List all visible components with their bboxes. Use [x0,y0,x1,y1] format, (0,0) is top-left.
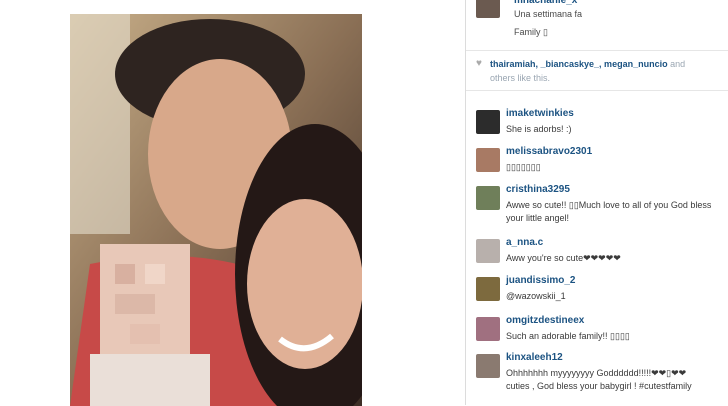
comment-text-continued: your little angel! [506,213,570,223]
comment-item: imaketwinkies She is adorbs! :) [466,102,728,142]
comment-username[interactable]: a_nna.c [506,237,543,248]
comment-item: juandissimo_2 @wazowskii_1 [466,269,728,309]
likes-names[interactable]: thairamiah, _biancaskye_, megan_nuncio [490,59,668,69]
likes-text: thairamiah, _biancaskye_, megan_nuncio a… [490,57,728,85]
comment-username[interactable]: juandissimo_2 [506,275,575,286]
comment-item: a_nna.c Aww you're so cute❤❤❤❤❤ [466,231,728,271]
comment-username[interactable]: omgitzdestineex [506,315,584,326]
comment-username[interactable]: kinxaleeh12 [506,352,563,363]
comment-text: Such an adorable family!! ▯▯▯▯ [506,331,630,341]
photo-illustration [70,14,362,406]
author-username[interactable]: mnachanie_x [514,0,577,6]
likes-others: others like this. [490,73,551,83]
comment-username[interactable]: cristhina3295 [506,184,570,195]
comment-text-continued: cuties , God bless your babygirl ! #cute… [506,381,692,391]
comment-username[interactable]: melissabravo2301 [506,146,592,157]
post-photo[interactable] [70,14,362,406]
commenter-avatar[interactable] [476,110,500,134]
likes-suffix: and [667,59,686,69]
comment-item: kinxaleeh12 Ohhhhhhh myyyyyyyy Godddddd!… [466,346,728,391]
commenter-avatar[interactable] [476,148,500,172]
comment-text: Aww you're so cute❤❤❤❤❤ [506,253,621,263]
comment-item: omgitzdestineex Such an adorable family!… [466,309,728,349]
comment-text: Ohhhhhhh myyyyyyyy Godddddd!!!!!❤❤▯❤❤ [506,368,687,378]
commenter-avatar[interactable] [476,317,500,341]
comment-text: She is adorbs! :) [506,124,572,134]
commenter-avatar[interactable] [476,239,500,263]
comment-item: cristhina3295 Awwe so cute!! ▯▯Much love… [466,178,728,223]
photo-pane [0,0,465,406]
heart-icon[interactable]: ♥ [476,58,482,69]
post-header: mnachanie_x Una settimana fa Family ▯ [466,0,728,51]
comment-username[interactable]: imaketwinkies [506,108,574,119]
likes-section: ♥ thairamiah, _biancaskye_, megan_nuncio… [466,54,728,91]
comment-text: ▯▯▯▯▯▯▯ [506,162,541,172]
commenter-avatar[interactable] [476,354,500,378]
comment-item: melissabravo2301 ▯▯▯▯▯▯▯ [466,140,728,180]
commenter-avatar[interactable] [476,186,500,210]
post-caption: Family ▯ [514,27,548,37]
comment-text: Awwe so cute!! ▯▯Much love to all of you… [506,200,712,210]
author-avatar[interactable] [476,0,500,18]
commenter-avatar[interactable] [476,277,500,301]
post-time[interactable]: Una settimana fa [514,9,582,19]
post-sidebar: mnachanie_x Una settimana fa Family ▯ ♥ … [465,0,728,405]
comment-text: @wazowskii_1 [506,291,566,301]
